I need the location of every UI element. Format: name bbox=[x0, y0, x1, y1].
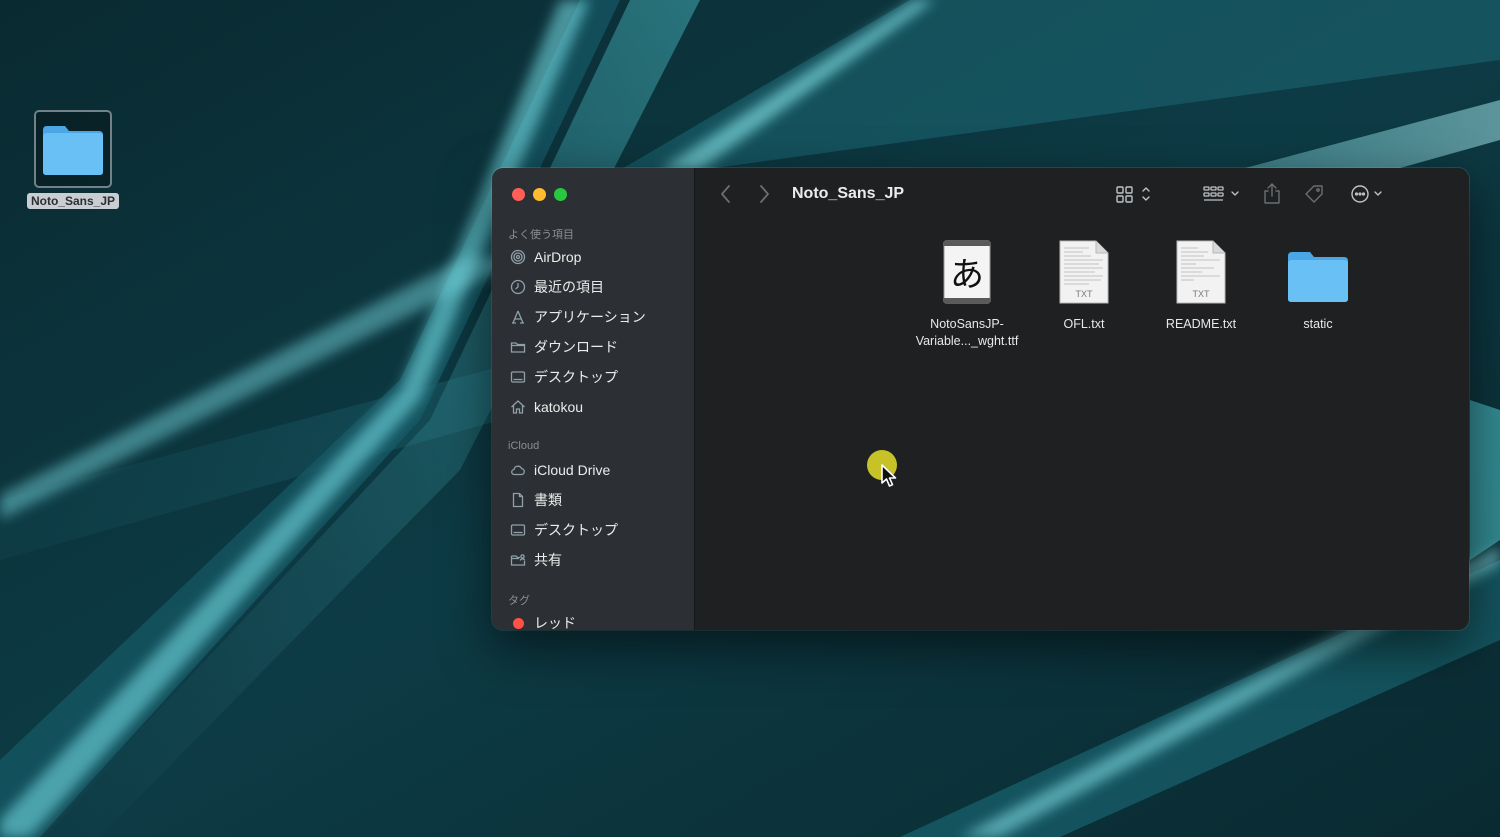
sidebar-item-documents[interactable]: 書類 bbox=[510, 489, 562, 511]
shared-folder-icon bbox=[510, 554, 526, 566]
tag-icon bbox=[1305, 185, 1323, 203]
file-thumbnail: TXT bbox=[1059, 238, 1109, 304]
sidebar-item-label: iCloud Drive bbox=[534, 462, 611, 478]
clock-icon bbox=[510, 279, 526, 295]
folder-icon bbox=[1288, 252, 1348, 302]
desktop-icon bbox=[510, 371, 526, 383]
share-icon bbox=[1264, 183, 1280, 204]
sidebar-item-home[interactable]: katokou bbox=[510, 396, 583, 418]
file-name: NotoSansJP-Variable..._wght.ttf bbox=[915, 317, 1019, 348]
file-item-readme[interactable]: TXT README.txt bbox=[1143, 238, 1259, 333]
file-item-static-folder[interactable]: static bbox=[1260, 238, 1376, 333]
forward-button[interactable] bbox=[757, 183, 771, 205]
sidebar-item-desktop[interactable]: デスクトップ bbox=[510, 366, 618, 388]
minimize-button[interactable] bbox=[533, 188, 546, 201]
sidebar-item-icloud-drive[interactable]: iCloud Drive bbox=[510, 459, 610, 481]
finder-window: よく使う項目 AirDrop 最近の項目 アプリケーション ダウンロード デスク… bbox=[492, 168, 1469, 630]
sidebar-item-tag-red[interactable]: レッド bbox=[510, 612, 576, 630]
file-name: static bbox=[1303, 317, 1333, 331]
sidebar-item-label: katokou bbox=[534, 399, 584, 415]
sidebar-item-label: AirDrop bbox=[534, 249, 582, 265]
ellipsis-circle-icon bbox=[1351, 185, 1382, 203]
text-file-icon: TXT bbox=[1176, 240, 1226, 304]
home-icon bbox=[511, 400, 525, 414]
close-button[interactable] bbox=[512, 188, 525, 201]
icloud-header: iCloud bbox=[508, 440, 540, 452]
share-button[interactable] bbox=[1262, 182, 1282, 206]
cursor-icon bbox=[881, 464, 897, 487]
toolbar: Noto_Sans_JP bbox=[695, 168, 1469, 222]
font-file-icon: あ bbox=[943, 240, 991, 304]
sidebar-item-label: ダウンロード bbox=[534, 339, 618, 355]
sidebar-item-label: デスクトップ bbox=[534, 522, 618, 538]
sidebar: よく使う項目 AirDrop 最近の項目 アプリケーション ダウンロード デスク… bbox=[492, 168, 695, 630]
desktop-icon bbox=[510, 524, 526, 536]
sidebar-item-label: アプリケーション bbox=[534, 309, 646, 325]
folder-icon bbox=[510, 342, 526, 353]
tags-header: タグ bbox=[508, 595, 530, 607]
sidebar-item-downloads[interactable]: ダウンロード bbox=[510, 336, 618, 358]
group-icon bbox=[1203, 186, 1239, 201]
desktop-folder-label: Noto_Sans_JP bbox=[26, 193, 120, 209]
file-name: OFL.txt bbox=[1063, 317, 1105, 331]
favorites-header: よく使う項目 bbox=[508, 229, 574, 241]
chevron-left-icon bbox=[721, 185, 730, 203]
red-tag-dot bbox=[513, 617, 524, 629]
group-button[interactable] bbox=[1202, 184, 1244, 204]
window-title: Noto_Sans_JP bbox=[792, 185, 905, 202]
desktop-folder-frame bbox=[34, 110, 112, 188]
sidebar-item-label: レッド bbox=[534, 615, 576, 630]
font-glyph: あ bbox=[950, 255, 984, 295]
desktop-folder-icon[interactable]: Noto_Sans_JP bbox=[22, 110, 124, 209]
file-thumbnail bbox=[1286, 238, 1350, 304]
back-button[interactable] bbox=[719, 183, 733, 205]
desktop: Noto_Sans_JP よく使う項目 AirDrop 最近の項目 アプリケーシ… bbox=[0, 0, 1500, 837]
sidebar-item-label: 書類 bbox=[534, 492, 562, 508]
sidebar-item-icloud-desktop[interactable]: デスクトップ bbox=[510, 519, 618, 541]
applications-icon bbox=[512, 310, 524, 324]
folder-icon bbox=[43, 126, 103, 175]
grid-view-icon bbox=[1116, 186, 1150, 203]
view-mode-button[interactable] bbox=[1115, 184, 1159, 204]
more-actions-button[interactable] bbox=[1350, 184, 1386, 204]
sidebar-item-recents[interactable]: 最近の項目 bbox=[510, 276, 604, 298]
window-controls bbox=[512, 188, 567, 201]
document-icon bbox=[512, 492, 524, 508]
file-item-ofl[interactable]: TXT OFL.txt bbox=[1026, 238, 1142, 333]
sidebar-item-applications[interactable]: アプリケーション bbox=[510, 306, 646, 328]
sidebar-item-label: 共有 bbox=[534, 552, 562, 568]
file-type-badge: TXT bbox=[1193, 289, 1211, 299]
file-thumbnail: TXT bbox=[1176, 238, 1226, 304]
chevron-right-icon bbox=[760, 185, 769, 203]
text-file-icon: TXT bbox=[1059, 240, 1109, 304]
cloud-icon bbox=[511, 465, 525, 476]
file-type-badge: TXT bbox=[1076, 289, 1094, 299]
airdrop-icon bbox=[510, 249, 526, 265]
file-browser[interactable]: Noto_Sans_JP あ NotoSansJP-Variable..._wg… bbox=[695, 168, 1469, 630]
sidebar-item-airdrop[interactable]: AirDrop bbox=[510, 246, 581, 268]
sidebar-item-shared[interactable]: 共有 bbox=[510, 549, 562, 571]
sidebar-item-label: 最近の項目 bbox=[534, 279, 604, 295]
sidebar-item-label: デスクトップ bbox=[534, 369, 618, 385]
file-item-font[interactable]: あ NotoSansJP-Variable..._wght.ttf bbox=[909, 238, 1025, 350]
zoom-button[interactable] bbox=[554, 188, 567, 201]
file-thumbnail: あ bbox=[943, 238, 991, 304]
tag-button[interactable] bbox=[1303, 183, 1325, 205]
file-name: README.txt bbox=[1165, 317, 1237, 331]
